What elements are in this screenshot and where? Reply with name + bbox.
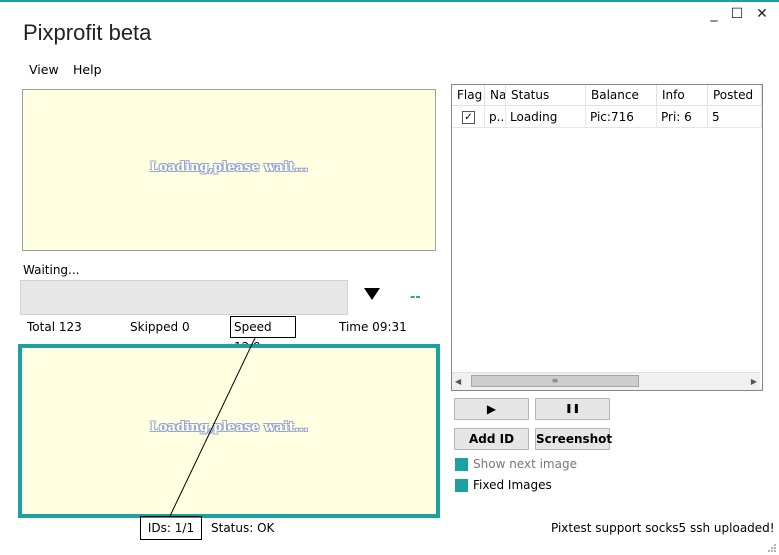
loading-message: Loading,please wait... [149, 160, 309, 175]
cell-status: Loading [506, 107, 586, 128]
captcha-image-panel-bottom: Loading,please wait... [18, 344, 440, 518]
cell-balance: Pic:716 [586, 107, 657, 128]
col-header-balance[interactable]: Balance [586, 85, 657, 106]
resize-grip-icon[interactable] [767, 543, 777, 553]
captcha-image-panel-top: Loading,please wait... [22, 89, 436, 251]
col-header-flag[interactable]: Flag [452, 85, 485, 106]
fixed-images-checkbox[interactable] [455, 479, 468, 492]
accounts-grid[interactable]: Flag Na Status Balance Info Posted ✓ p..… [451, 84, 763, 391]
app-title: Pixprofit beta [23, 20, 152, 45]
ids-counter: IDs: 1/1 [140, 516, 202, 540]
total-count: Total 123 [27, 320, 82, 334]
captcha-answer-input[interactable] [20, 280, 348, 315]
play-button[interactable]: ▶ [454, 398, 529, 420]
fixed-images-label: Fixed Images [473, 478, 552, 492]
show-next-image-checkbox[interactable] [455, 458, 468, 471]
time-value: Time 09:31 [339, 320, 407, 334]
cell-flag[interactable]: ✓ [452, 107, 485, 128]
dropdown-arrow-icon[interactable] [364, 288, 380, 300]
minimize-button[interactable]: _ [704, 5, 724, 23]
skipped-count: Skipped 0 [130, 320, 190, 334]
connection-status: Status: OK [211, 521, 275, 535]
cell-name: p... [485, 107, 506, 128]
screenshot-button[interactable]: Screenshot [535, 428, 612, 450]
cell-info: Pri: 6 [657, 107, 708, 128]
scroll-left-icon[interactable]: ◀ [455, 377, 461, 386]
maximize-button[interactable]: ☐ [727, 5, 747, 23]
scroll-thumb[interactable]: ≡ [471, 375, 639, 387]
horizontal-scrollbar[interactable]: ◀ ≡ ▶ [452, 372, 760, 390]
add-id-button[interactable]: Add ID [454, 428, 529, 450]
dash-indicator: -- [410, 290, 421, 305]
window-top-accent [0, 0, 779, 2]
menu-view[interactable]: View [29, 62, 59, 77]
waiting-status: Waiting... [23, 263, 80, 277]
loading-message: Loading,please wait... [149, 420, 309, 435]
menu-help[interactable]: Help [73, 62, 102, 77]
pause-button[interactable]: ❚❚ [535, 398, 610, 420]
cell-posted: 5 [708, 107, 762, 128]
scroll-right-icon[interactable]: ▶ [751, 377, 757, 386]
col-header-info[interactable]: Info [657, 85, 708, 106]
close-button[interactable]: ✕ [752, 5, 772, 23]
flag-checkbox[interactable]: ✓ [462, 111, 475, 124]
col-header-name[interactable]: Na [485, 85, 506, 106]
col-header-status[interactable]: Status [506, 85, 586, 106]
status-message: Pixtest support socks5 ssh uploaded! [551, 521, 775, 535]
col-header-posted[interactable]: Posted [708, 85, 762, 106]
show-next-image-label: Show next image [473, 457, 577, 471]
speed-value: Speed 12.9 [230, 316, 296, 354]
